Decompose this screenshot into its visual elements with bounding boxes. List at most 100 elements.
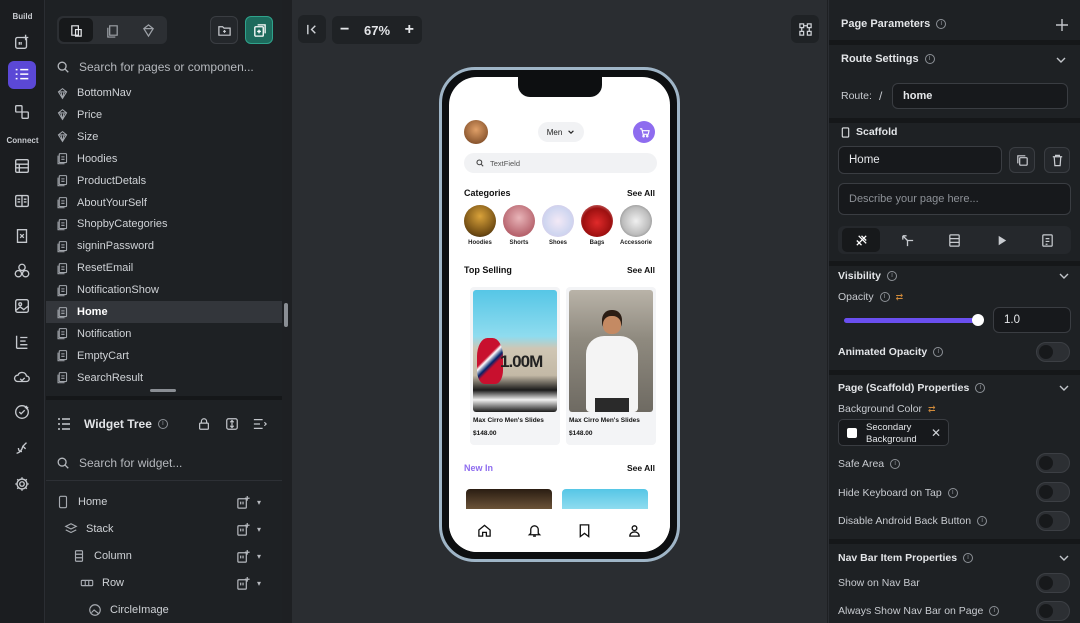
info-icon[interactable]: i — [933, 347, 944, 358]
category-item[interactable]: Hoodies — [462, 205, 498, 246]
info-icon[interactable]: i — [963, 553, 974, 564]
page-item[interactable]: EmptyCart — [46, 345, 282, 367]
tab-components[interactable] — [131, 18, 165, 42]
close-icon[interactable]: ✕ — [931, 426, 941, 440]
top-selling-see-all[interactable]: See All — [627, 265, 655, 275]
phone-preview[interactable]: Men TextField Categories See All Hoodies… — [439, 67, 680, 562]
app-state-icon[interactable] — [8, 222, 36, 250]
chevron-down-icon[interactable] — [1058, 270, 1070, 282]
disable-back-toggle[interactable] — [1036, 511, 1070, 531]
tree-node[interactable]: Stack — [64, 517, 114, 541]
tree-node[interactable]: Row — [80, 571, 124, 595]
page-item[interactable]: AboutYourSelf — [46, 192, 282, 214]
vertical-scrollbar[interactable] — [284, 303, 288, 327]
page-item[interactable]: signinPassword — [46, 235, 282, 257]
bell-icon[interactable] — [527, 523, 542, 538]
tree-node[interactable]: CircleImage — [88, 598, 169, 622]
tab-backend-query[interactable] — [934, 226, 974, 254]
add-parameter-icon[interactable] — [1055, 18, 1069, 32]
product-card[interactable]: Max Cirro Men's Slides $148.00 — [566, 287, 656, 445]
page-search-input[interactable]: Search for pages or componen... — [79, 60, 254, 74]
widget-tree-icon[interactable] — [8, 61, 36, 89]
horizontal-scrollbar[interactable] — [150, 389, 176, 392]
info-icon[interactable]: i — [977, 516, 988, 527]
page-item[interactable]: BottomNav — [46, 82, 282, 104]
background-color-picker[interactable]: Secondary Background ✕ — [838, 419, 949, 446]
nav-bar-properties-header[interactable]: Nav Bar Item Properties i — [838, 552, 974, 564]
show-nav-bar-toggle[interactable] — [1036, 573, 1070, 593]
route-input[interactable]: home — [892, 83, 1068, 109]
info-icon[interactable]: i — [890, 459, 901, 470]
scaffold-properties-header[interactable]: Page (Scaffold) Properties i — [838, 382, 986, 394]
tree-node[interactable]: Column — [72, 544, 132, 568]
always-show-nav-toggle[interactable] — [1036, 601, 1070, 621]
collapse-panel-button[interactable] — [298, 15, 326, 43]
tab-page-state[interactable] — [1027, 226, 1067, 254]
page-item[interactable]: ProductDetals — [46, 170, 282, 192]
info-icon[interactable]: i — [936, 19, 947, 30]
profile-icon[interactable] — [627, 523, 642, 538]
home-icon[interactable] — [477, 523, 492, 538]
add-child-widget-button[interactable]: ▾ — [236, 573, 276, 593]
variable-binding-icon[interactable]: ⇄ — [928, 404, 936, 414]
canvas-options-button[interactable] — [791, 15, 819, 43]
tab-actions[interactable] — [887, 226, 927, 254]
page-name-input[interactable]: Home — [838, 146, 1002, 174]
page-description-input[interactable]: Describe your page here... — [838, 183, 1071, 215]
phone-search-field[interactable]: TextField — [464, 153, 657, 173]
info-icon[interactable]: i — [975, 383, 986, 394]
zoom-in-button[interactable]: + — [405, 21, 414, 39]
chevron-down-icon[interactable] — [1055, 54, 1067, 66]
custom-code-icon[interactable] — [8, 328, 36, 356]
page-item[interactable]: Notification — [46, 323, 282, 345]
chevron-down-icon[interactable] — [1058, 552, 1070, 564]
category-item[interactable]: Accessorie — [618, 205, 654, 246]
settings-icon[interactable] — [8, 470, 36, 498]
page-item[interactable]: Hoodies — [46, 148, 282, 170]
lock-icon[interactable] — [197, 417, 211, 431]
page-item[interactable]: Size — [46, 126, 282, 148]
integrations-icon[interactable] — [8, 434, 36, 462]
tree-node[interactable]: Home — [56, 490, 107, 514]
cart-button[interactable] — [633, 121, 655, 143]
cloud-icon[interactable] — [8, 363, 36, 391]
add-folder-button[interactable] — [210, 16, 238, 44]
opacity-slider-track[interactable] — [844, 314, 984, 326]
tab-preview[interactable] — [981, 226, 1021, 254]
categories-see-all[interactable]: See All — [627, 188, 655, 198]
api-icon[interactable] — [8, 187, 36, 215]
tests-icon[interactable] — [8, 398, 36, 426]
info-icon[interactable]: i — [879, 292, 890, 303]
info-icon[interactable]: i — [924, 54, 935, 65]
widget-search-input[interactable]: Search for widget... — [79, 456, 182, 470]
bookmark-icon[interactable] — [577, 523, 592, 538]
tab-properties[interactable] — [842, 228, 880, 252]
info-icon[interactable]: i — [887, 271, 897, 282]
firestore-icon[interactable] — [8, 152, 36, 180]
components-icon[interactable] — [8, 98, 36, 126]
visibility-header[interactable]: Visibility i — [838, 270, 897, 282]
product-card[interactable]: 1.00M Max Cirro Men's Slides $148.00 — [470, 287, 560, 445]
tree-options-icon[interactable] — [252, 417, 268, 431]
hide-keyboard-toggle[interactable] — [1036, 482, 1070, 502]
expand-collapse-icon[interactable] — [225, 417, 239, 431]
page-item[interactable]: ShopbyCategories — [46, 213, 282, 235]
info-icon[interactable]: i — [989, 606, 1000, 617]
new-in-product-image[interactable] — [562, 489, 648, 509]
variable-binding-icon[interactable]: ⇄ — [896, 292, 904, 302]
category-item[interactable]: Bags — [579, 205, 615, 246]
page-item[interactable]: Price — [46, 104, 282, 126]
chevron-down-icon[interactable] — [1058, 382, 1070, 394]
route-settings-header[interactable]: Route Settings i — [841, 53, 935, 65]
theme-icon[interactable] — [8, 257, 36, 285]
gender-dropdown[interactable]: Men — [538, 122, 584, 142]
page-item[interactable]: NotificationShow — [46, 279, 282, 301]
add-child-widget-button[interactable]: ▾ — [236, 519, 276, 539]
page-item[interactable]: Home — [46, 301, 282, 323]
delete-page-button[interactable] — [1044, 147, 1070, 173]
add-page-button[interactable] — [245, 16, 273, 44]
category-item[interactable]: Shorts — [501, 205, 537, 246]
zoom-out-button[interactable]: − — [340, 21, 349, 39]
category-item[interactable]: Shoes — [540, 205, 576, 246]
duplicate-page-button[interactable] — [1009, 147, 1035, 173]
